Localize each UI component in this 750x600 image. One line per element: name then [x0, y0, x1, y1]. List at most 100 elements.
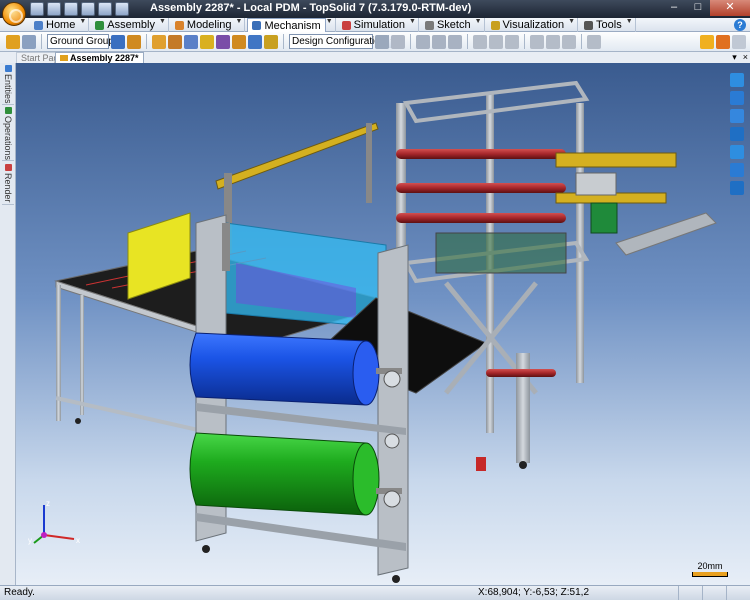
side-tab-render[interactable]: Render [2, 163, 14, 205]
green-roller[interactable] [189, 432, 402, 516]
eraser-icon[interactable] [716, 34, 730, 49]
zoom-icon[interactable] [730, 109, 744, 123]
tab-label: Assembly [107, 19, 155, 31]
tab-modeling[interactable]: Modeling [171, 18, 236, 32]
toolbar-separator [283, 34, 284, 49]
toolbar-separator [524, 34, 525, 49]
3d-viewport[interactable]: z x y 20mm [16, 63, 750, 585]
view-layout-icon[interactable] [730, 127, 744, 141]
pick-icon[interactable] [700, 34, 714, 49]
assembly-constraint-icon[interactable] [6, 34, 20, 49]
zoom-window-icon[interactable] [730, 163, 744, 177]
design-configuration-dropdown[interactable]: Design Configuration ▼ [289, 34, 397, 49]
drive-icon[interactable] [391, 34, 405, 49]
frame-foot [392, 575, 400, 583]
revolute-joint-icon[interactable] [152, 34, 166, 49]
home-icon [34, 20, 43, 30]
tools-icon [584, 20, 594, 30]
toolbar-separator [467, 34, 468, 49]
chevron-down-icon[interactable]: ▼ [79, 18, 90, 32]
cursor-coordinates: X:68,904; Y:-6,53; Z:51,2 [478, 587, 590, 598]
blue-roller[interactable] [189, 332, 402, 406]
settings-icon[interactable] [732, 34, 746, 49]
tab-sketch[interactable]: Sketch [421, 18, 475, 32]
ground-icon[interactable] [22, 34, 36, 49]
close-button[interactable]: ✕ [710, 0, 750, 16]
right-tower[interactable] [396, 80, 590, 469]
toolbar-separator [410, 34, 411, 49]
modeling-icon [174, 20, 184, 30]
refresh-icon[interactable] [115, 2, 129, 16]
rotate-icon[interactable] [546, 34, 560, 49]
motion-icon[interactable] [473, 34, 487, 49]
tab-assembly-2287[interactable]: Assembly 2287* [55, 52, 144, 63]
ground-group-dropdown[interactable]: Ground Group ▼ [47, 34, 125, 49]
tab-home[interactable]: Home [30, 18, 79, 32]
toolbar-separator [41, 34, 42, 49]
trajectory-icon[interactable] [489, 34, 503, 49]
measure-icon[interactable] [587, 34, 601, 49]
close-document-button[interactable]: × [743, 52, 748, 62]
chevron-down-icon[interactable]: ▼ [236, 18, 246, 32]
redo-icon[interactable] [81, 2, 95, 16]
kinematic-group-icon[interactable] [111, 34, 125, 49]
side-tab-operations[interactable]: Operations [2, 107, 14, 161]
application-menu-button[interactable] [2, 2, 26, 26]
design-configuration-value: Design Configuration [292, 36, 386, 47]
tab-tools[interactable]: Tools [580, 18, 626, 32]
tab-simulation[interactable]: Simulation [338, 18, 409, 32]
ball-joint-icon[interactable] [216, 34, 230, 49]
tab-list-button[interactable]: ▾ [732, 52, 737, 62]
gear-joint-icon[interactable] [232, 34, 246, 49]
side-tab-entities[interactable]: Entities [2, 65, 14, 105]
y-axis-label: y [28, 536, 32, 545]
scale-bar: 20mm [692, 561, 728, 577]
align-icon[interactable] [562, 34, 576, 49]
preferences-icon[interactable] [98, 2, 112, 16]
status-panel [726, 586, 750, 600]
assembly-model [54, 80, 717, 583]
chevron-down-icon[interactable]: ▼ [159, 18, 169, 32]
planar-joint-icon[interactable] [200, 34, 214, 49]
status-text: Ready. [4, 587, 35, 598]
operations-icon [4, 107, 12, 114]
collision-icon[interactable] [505, 34, 519, 49]
save-icon[interactable] [30, 2, 44, 16]
undo-icon[interactable] [64, 2, 78, 16]
minimize-button[interactable]: – [662, 0, 686, 16]
tab-mechanism[interactable]: Mechanism [247, 18, 326, 32]
chevron-down-icon[interactable]: ▼ [475, 18, 485, 32]
rack-joint-icon[interactable] [248, 34, 262, 49]
visualization-icon [490, 20, 500, 30]
blue-roller-end [352, 340, 380, 406]
joint-icon[interactable] [127, 34, 141, 49]
slider-joint-icon[interactable] [168, 34, 182, 49]
tab-visualization[interactable]: Visualization [487, 18, 569, 32]
cylindrical-joint-icon[interactable] [184, 34, 198, 49]
help-icon[interactable]: ? [734, 19, 746, 31]
orbit-icon[interactable] [730, 91, 744, 105]
standard-view-icon[interactable] [730, 181, 744, 195]
chevron-down-icon[interactable]: ▼ [626, 18, 636, 32]
limit-icon[interactable] [432, 34, 446, 49]
side-tab-operations-label: Operations [3, 115, 13, 160]
tab-assembly[interactable]: Assembly [91, 18, 159, 32]
sensor-icon[interactable] [416, 34, 430, 49]
pan-icon[interactable] [730, 73, 744, 87]
axis-triad: z x y [28, 499, 80, 545]
chevron-down-icon[interactable]: ▼ [326, 18, 336, 32]
film-guide-post [222, 223, 230, 271]
zoom-fit-icon[interactable] [730, 145, 744, 159]
red-roller [396, 213, 566, 223]
yellow-frame [555, 152, 677, 168]
configuration-icon[interactable] [375, 34, 389, 49]
open-icon[interactable] [47, 2, 61, 16]
chevron-down-icon[interactable]: ▼ [409, 18, 419, 32]
maximize-button[interactable]: □ [686, 0, 710, 16]
z-axis-label: z [46, 499, 50, 508]
cam-joint-icon[interactable] [264, 34, 278, 49]
chevron-down-icon[interactable]: ▼ [568, 18, 579, 32]
assembly-icon [95, 20, 105, 30]
spring-icon[interactable] [448, 34, 462, 49]
move-icon[interactable] [530, 34, 544, 49]
